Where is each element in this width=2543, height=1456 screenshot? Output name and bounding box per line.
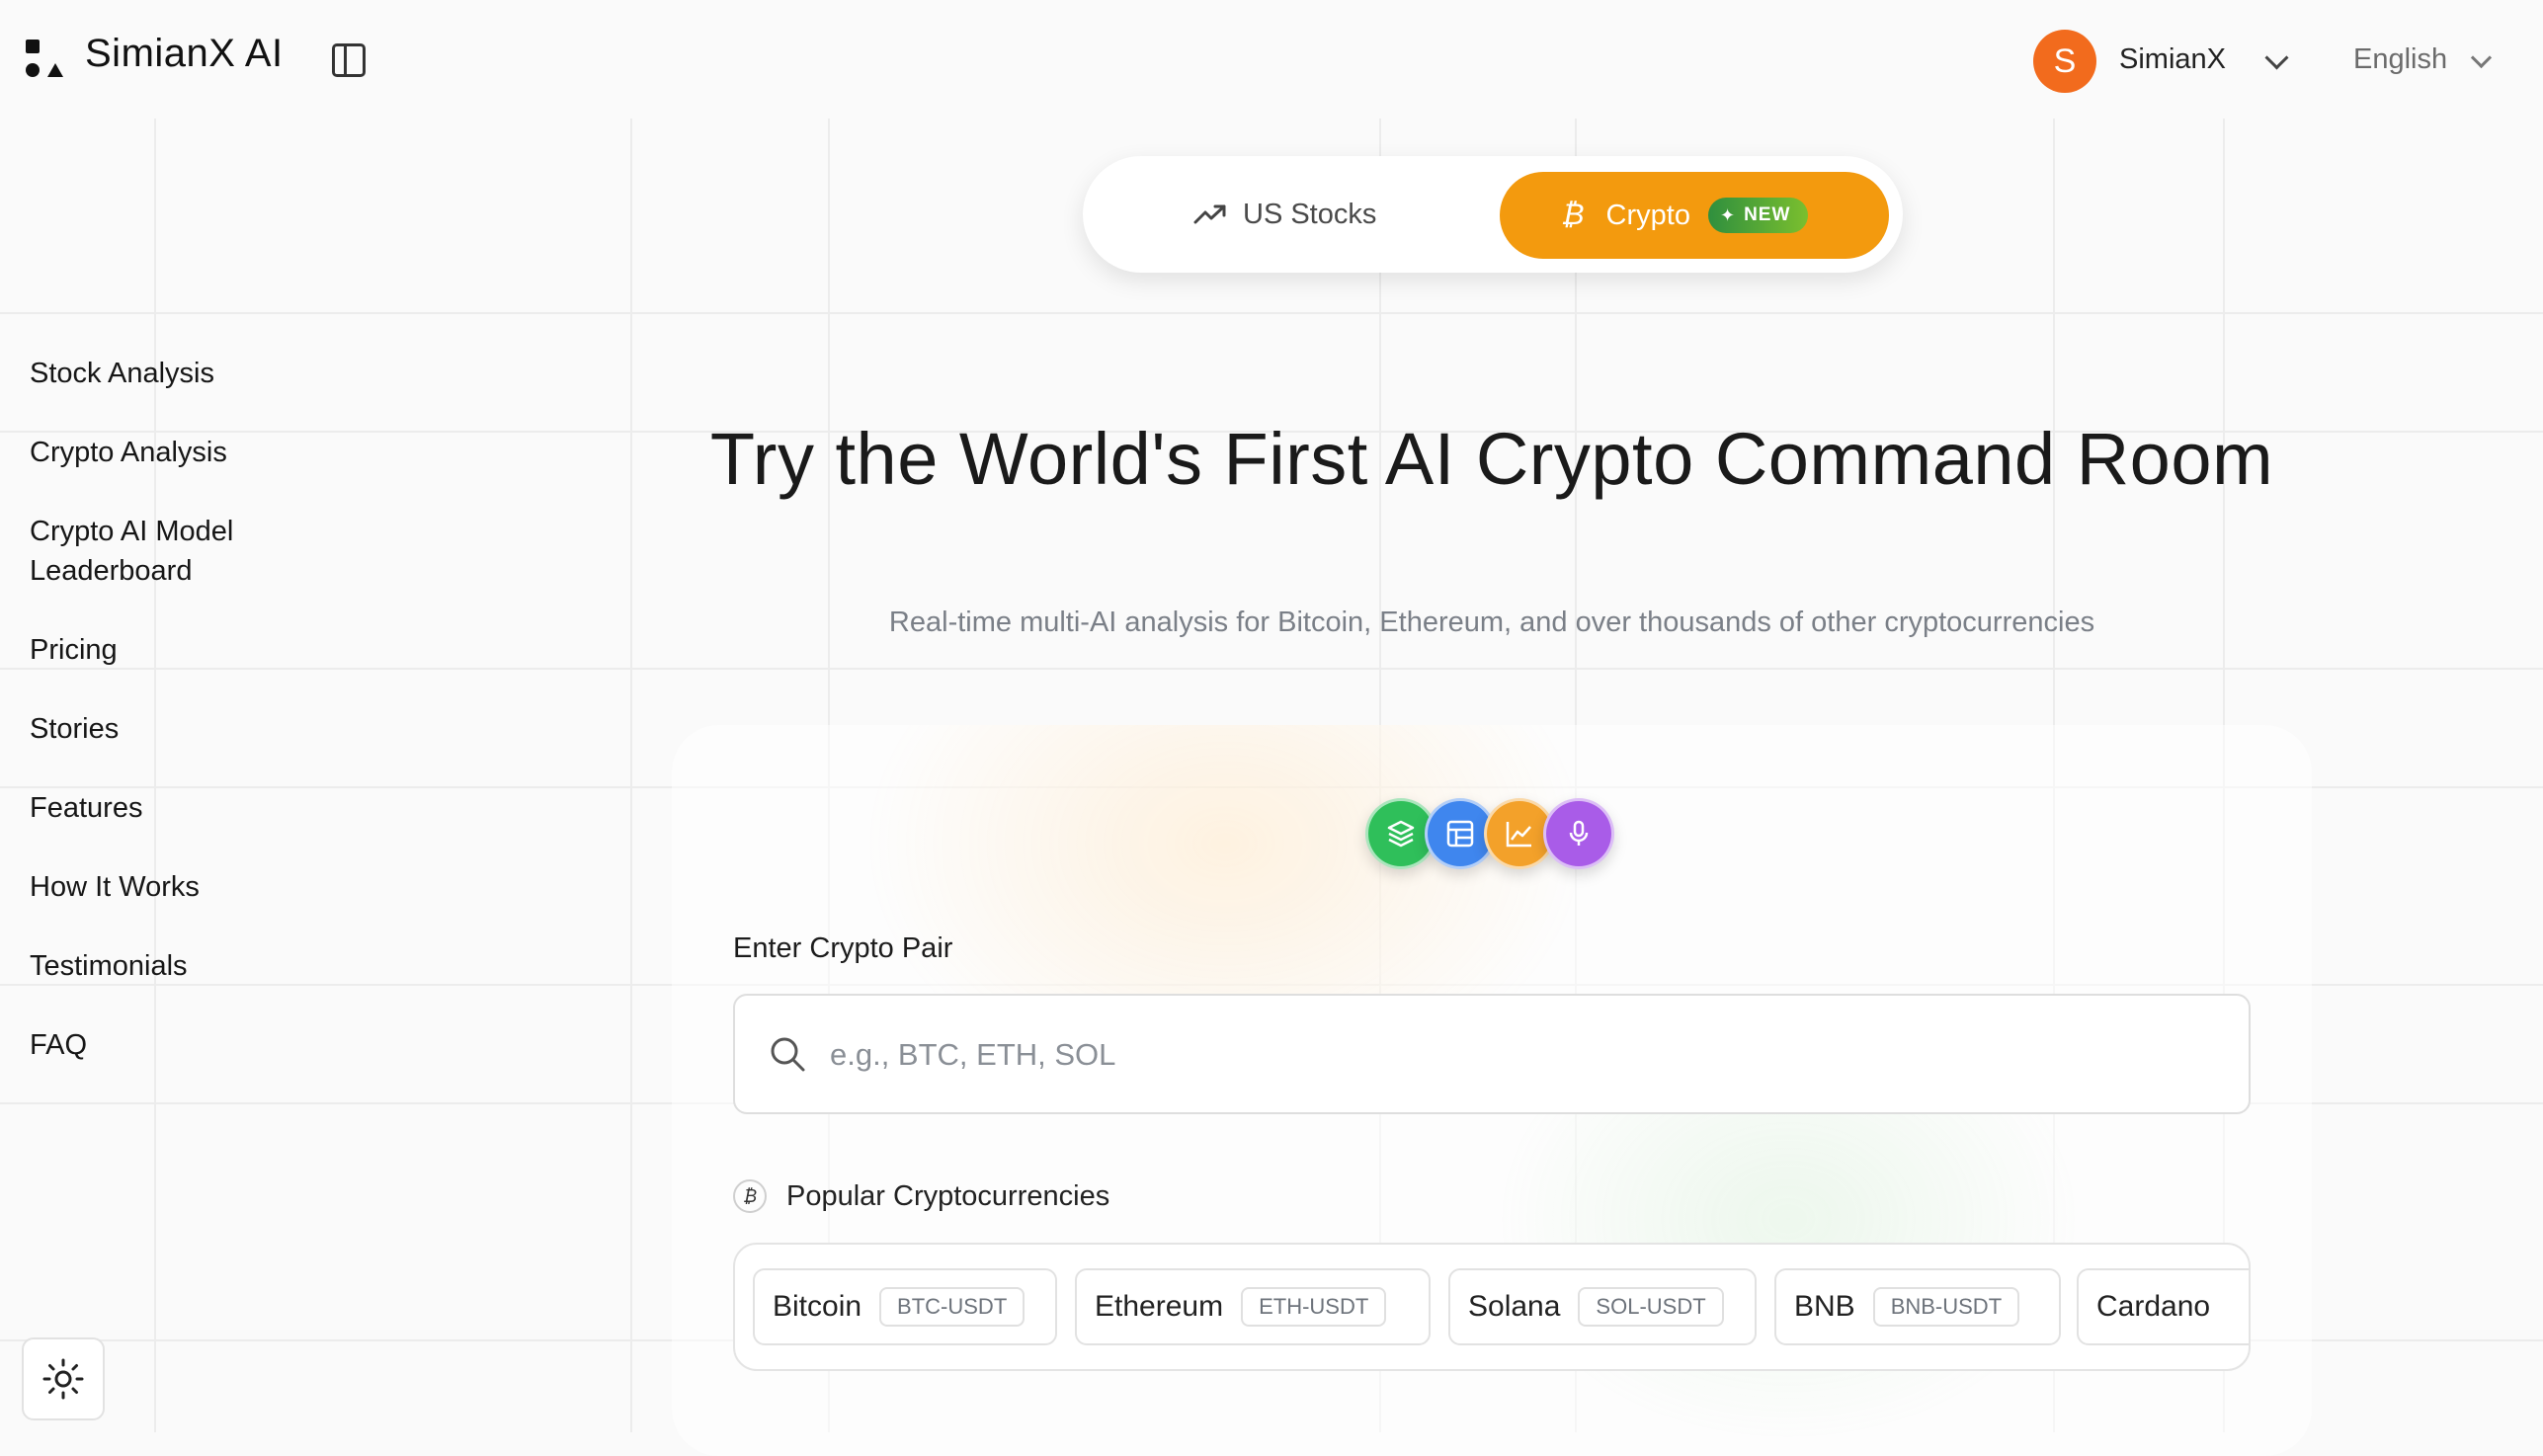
trending-up-icon [1193, 204, 1226, 224]
sparkle-icon: ✦ [1719, 204, 1737, 225]
coin-name: Solana [1468, 1290, 1561, 1323]
coin-pair: BTC-USDT [879, 1287, 1025, 1327]
top-bar: SimianX AI S SimianX English [0, 0, 2543, 121]
crypto-pair-search[interactable] [733, 994, 2251, 1114]
coin-name: Ethereum [1095, 1290, 1224, 1323]
sidebar-item-crypto-ai-model-leaderboard[interactable]: Crypto AI Model Leaderboard [30, 512, 306, 591]
tab-us-stocks[interactable]: US Stocks [1193, 186, 1376, 243]
coin-pair: SOL-USDT [1578, 1287, 1724, 1327]
tab-us-stocks-label: US Stocks [1243, 198, 1377, 230]
popular-cryptocurrencies-heading: ₿ Popular Cryptocurrencies [733, 1179, 1109, 1213]
sidebar-item-faq[interactable]: FAQ [30, 1025, 87, 1065]
language-selector[interactable]: English [2353, 43, 2447, 76]
market-switch: US Stocks ₿ Crypto ✦ NEW [1083, 156, 1903, 273]
language-chevron-down-icon[interactable] [2470, 46, 2493, 69]
user-name[interactable]: SimianX [2119, 43, 2226, 76]
user-avatar[interactable]: S [2033, 30, 2096, 93]
popular-coins-list: Bitcoin BTC-USDT Ethereum ETH-USDT Solan… [733, 1243, 2251, 1371]
popular-heading-label: Popular Cryptocurrencies [786, 1179, 1110, 1212]
coin-chip-solana[interactable]: Solana SOL-USDT [1448, 1268, 1757, 1345]
sidebar-item-pricing[interactable]: Pricing [30, 630, 118, 670]
search-icon [771, 1037, 805, 1072]
logo-icon[interactable] [26, 38, 67, 79]
coin-pair: BNB-USDT [1872, 1287, 2020, 1327]
tab-crypto[interactable]: ₿ Crypto ✦ NEW [1500, 172, 1889, 259]
coin-chip-ethereum[interactable]: Ethereum ETH-USDT [1075, 1268, 1431, 1345]
crypto-pair-label: Enter Crypto Pair [733, 932, 953, 964]
microphone-icon [1543, 798, 1614, 869]
coin-name: Bitcoin [773, 1290, 862, 1323]
bitcoin-icon: ₿ [1561, 199, 1585, 231]
coin-name: BNB [1794, 1290, 1855, 1323]
coin-chip-cardano[interactable]: Cardano [2077, 1268, 2249, 1345]
new-badge-label: NEW [1744, 204, 1791, 225]
coin-chip-bitcoin[interactable]: Bitcoin BTC-USDT [753, 1268, 1057, 1345]
sidebar-item-stories[interactable]: Stories [30, 709, 119, 749]
sidebar-item-how-it-works[interactable]: How It Works [30, 867, 200, 907]
coin-pair: ETH-USDT [1241, 1287, 1387, 1327]
coin-chip-bnb[interactable]: BNB BNB-USDT [1774, 1268, 2061, 1345]
sidebar-item-features[interactable]: Features [30, 788, 142, 828]
sidebar-item-stock-analysis[interactable]: Stock Analysis [30, 354, 214, 393]
bitcoin-icon: ₿ [733, 1179, 767, 1213]
sun-icon [42, 1358, 84, 1400]
new-badge: ✦ NEW [1707, 198, 1809, 233]
crypto-pair-input[interactable] [828, 1019, 2215, 1091]
page-title: Try the World's First AI Crypto Command … [709, 418, 2274, 500]
coin-name: Cardano [2096, 1290, 2211, 1323]
brand-name[interactable]: SimianX AI [85, 32, 284, 76]
theme-toggle-button[interactable] [22, 1337, 105, 1420]
tab-crypto-label: Crypto [1605, 199, 1690, 231]
sidebar-item-crypto-analysis[interactable]: Crypto Analysis [30, 433, 227, 472]
sidebar-toggle-icon[interactable] [332, 43, 366, 77]
sidebar-item-testimonials[interactable]: Testimonials [30, 946, 188, 986]
user-menu-chevron-down-icon[interactable] [2264, 45, 2289, 70]
page-subtitle: Real-time multi-AI analysis for Bitcoin,… [888, 607, 2095, 638]
